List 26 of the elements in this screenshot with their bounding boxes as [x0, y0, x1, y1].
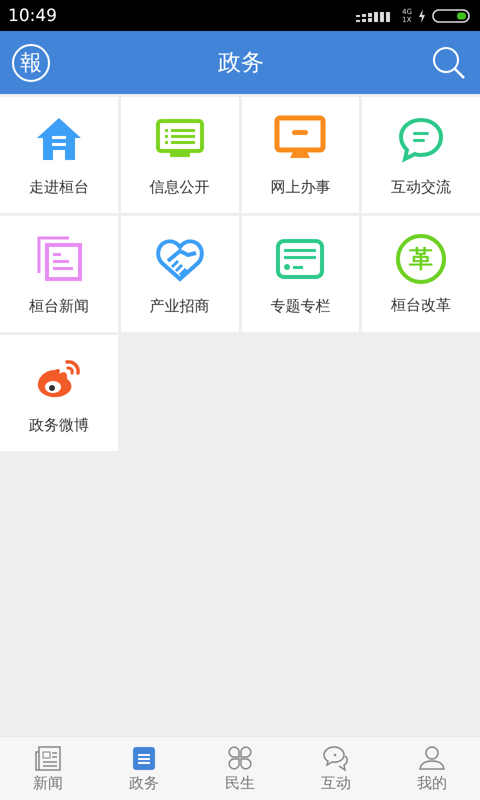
seal-icon: 革: [396, 234, 446, 284]
menu-tile[interactable]: 专题专栏: [242, 216, 360, 332]
menu-tile[interactable]: 网上办事: [242, 97, 360, 213]
menu-tile[interactable]: 产业招商: [120, 216, 238, 332]
menu-tile[interactable]: 政务微博: [0, 335, 118, 451]
battery-icon: [432, 8, 470, 22]
search-icon[interactable]: [432, 46, 466, 80]
list-icon: [130, 744, 158, 772]
nav-tab[interactable]: 政务: [96, 737, 192, 800]
menu-tile[interactable]: 桓台新闻: [0, 216, 118, 332]
nav-tab[interactable]: 民生: [192, 737, 288, 800]
status-time: 10:49: [8, 6, 57, 26]
nav-tab[interactable]: 新闻: [0, 737, 96, 800]
clover-icon: [226, 744, 254, 772]
nav-tab[interactable]: 我的: [384, 737, 480, 800]
page-title: 政务: [218, 49, 264, 78]
newspaper-icon: [34, 744, 62, 772]
chat-icon: [322, 744, 350, 772]
logo[interactable]: 報: [12, 44, 50, 82]
charging-icon: [418, 8, 426, 22]
menu-tile[interactable]: 信息公开: [120, 97, 238, 213]
menu-tile[interactable]: 互动交流: [362, 97, 480, 213]
menu-tile[interactable]: 走进桓台: [0, 97, 118, 213]
menu-tile[interactable]: 革 桓台改革: [362, 216, 480, 332]
nav-tab[interactable]: 互动: [288, 737, 384, 800]
person-icon: [418, 744, 446, 772]
